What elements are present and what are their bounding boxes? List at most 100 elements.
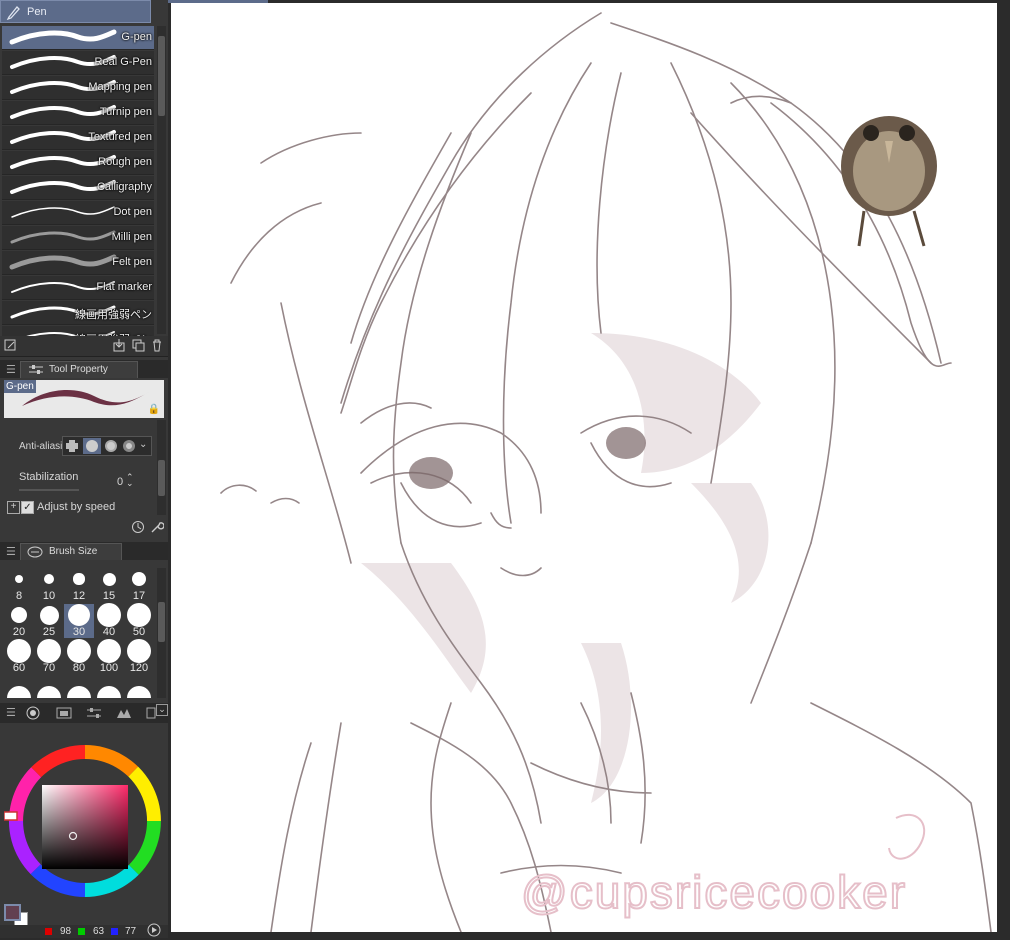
brush-name: Milli pen: [111, 231, 152, 243]
timer-icon[interactable]: [131, 520, 145, 537]
scroll-thumb[interactable]: [158, 36, 165, 116]
anti-alias-selector[interactable]: ⌄: [62, 436, 152, 456]
color-slider-tab-icon[interactable]: [86, 707, 102, 722]
brush-size-value: 100: [99, 662, 119, 674]
brush-size-option[interactable]: 17: [124, 568, 154, 602]
brush-item[interactable]: Calligraphy: [2, 176, 154, 200]
brush-item[interactable]: Dot pen: [2, 201, 154, 225]
size-dot-icon: [73, 573, 85, 585]
brush-size-option[interactable]: 15: [94, 568, 124, 602]
stepper-icon[interactable]: ⌃ ⌄: [126, 473, 134, 488]
brush-size-scrollbar[interactable]: [157, 568, 166, 698]
brush-item[interactable]: Milli pen: [2, 226, 154, 250]
sliders-icon: [29, 365, 43, 374]
drawing-canvas[interactable]: @cupsricecooker: [171, 3, 997, 932]
sub-tool-icon[interactable]: [4, 338, 18, 352]
size-dot-icon: [39, 605, 59, 625]
red-value[interactable]: 98: [60, 926, 71, 937]
brush-size-option[interactable]: 50: [124, 603, 154, 638]
tool-property-tab[interactable]: Tool Property: [20, 361, 138, 378]
size-dot-icon: [7, 686, 31, 698]
tool-property-scrollbar[interactable]: [157, 420, 166, 515]
lock-icon[interactable]: 🔒: [148, 404, 160, 415]
size-dot-icon: [14, 574, 24, 584]
main-color-swatch[interactable]: [4, 904, 21, 921]
chevron-down-icon[interactable]: ⌄: [139, 439, 147, 450]
brush-size-value: 20: [12, 626, 26, 638]
chevron-down-icon[interactable]: ⌄: [156, 704, 168, 716]
brush-item[interactable]: Flat marker: [2, 276, 154, 300]
stabilization-label: Stabilization: [19, 471, 79, 483]
brush-item[interactable]: Turnip pen: [2, 101, 154, 125]
duplicate-icon[interactable]: [131, 338, 145, 352]
brush-size-option[interactable]: 70: [34, 639, 64, 674]
menu-icon[interactable]: ☰: [6, 363, 16, 376]
history-tab-icon[interactable]: [146, 706, 156, 723]
brush-size-option[interactable]: 10: [34, 568, 64, 602]
brush-size-option[interactable]: 100: [94, 639, 124, 674]
brush-stroke-icon: [9, 254, 117, 270]
aa-medium-option[interactable]: [104, 440, 118, 455]
brush-item[interactable]: G-pen: [2, 26, 154, 50]
menu-icon[interactable]: ☰: [6, 545, 16, 558]
pen-tab-label: Pen: [27, 6, 47, 18]
scroll-thumb[interactable]: [158, 460, 165, 496]
color-values-bar: 98 63 77: [0, 923, 168, 940]
brush-size-tab[interactable]: Brush Size: [20, 543, 122, 560]
brush-size-option[interactable]: 40: [94, 603, 124, 638]
transparent-color-icon[interactable]: [147, 923, 161, 940]
brush-name: Mapping pen: [88, 81, 152, 93]
intermediate-color-tab-icon[interactable]: [116, 707, 132, 722]
brush-stroke-icon: [10, 230, 116, 244]
stabilization-slider[interactable]: [19, 489, 79, 491]
brush-size-option[interactable]: 25: [34, 604, 64, 638]
brush-name: Dot pen: [113, 206, 152, 218]
brush-name: G-pen: [121, 31, 152, 43]
brush-size-value: 70: [42, 662, 56, 674]
adjust-by-speed-checkbox[interactable]: ✓: [21, 501, 34, 514]
aa-weak-option[interactable]: [83, 438, 101, 454]
brush-item[interactable]: 線画用強弱ペン: [2, 301, 154, 325]
color-panel-header: ☰ ⌄: [0, 703, 168, 723]
brush-name: Real G-Pen: [94, 56, 152, 68]
brush-item[interactable]: Textured pen: [2, 126, 154, 150]
brush-item[interactable]: Mapping pen: [2, 76, 154, 100]
size-dot-icon: [67, 686, 91, 698]
brush-name: Textured pen: [88, 131, 152, 143]
color-wheel-tab-icon[interactable]: [26, 706, 40, 723]
brush-list-scrollbar[interactable]: [157, 26, 166, 334]
blue-value[interactable]: 77: [125, 926, 136, 937]
brush-item[interactable]: Felt pen: [2, 251, 154, 275]
color-swatches[interactable]: [4, 904, 30, 926]
brush-item[interactable]: Rough pen: [2, 151, 154, 175]
size-dot-icon: [7, 639, 31, 663]
owl-sticker: [841, 116, 937, 247]
brush-size-value: 50: [132, 626, 146, 638]
aa-none-icon[interactable]: [66, 440, 78, 452]
color-set-tab-icon[interactable]: [56, 707, 72, 722]
brush-size-value: 80: [72, 662, 86, 674]
stabilization-value[interactable]: 0: [117, 476, 123, 488]
delete-icon[interactable]: [150, 338, 164, 352]
size-dot-icon: [67, 639, 91, 663]
scroll-thumb[interactable]: [158, 602, 165, 642]
preview-label: G-pen: [4, 380, 36, 393]
brush-size-option[interactable]: 8: [4, 568, 34, 602]
brush-size-value: 8: [15, 590, 23, 602]
brush-item[interactable]: Real G-Pen: [2, 51, 154, 75]
expand-icon[interactable]: +: [7, 501, 20, 514]
brush-size-option[interactable]: 120: [124, 639, 154, 674]
color-wheel[interactable]: [3, 745, 166, 897]
brush-size-option[interactable]: 60: [4, 639, 34, 674]
pen-tool-tab[interactable]: Pen: [0, 0, 151, 23]
import-icon[interactable]: [112, 338, 126, 352]
aa-strong-option[interactable]: [122, 440, 136, 455]
green-value[interactable]: 63: [93, 926, 104, 937]
brush-size-option[interactable]: 20: [4, 604, 34, 638]
brush-size-option[interactable]: 30: [64, 604, 94, 638]
brush-size-value: 30: [72, 626, 86, 638]
brush-size-option[interactable]: 12: [64, 568, 94, 602]
menu-icon[interactable]: ☰: [6, 706, 16, 719]
wrench-icon[interactable]: [150, 520, 165, 537]
brush-size-option[interactable]: 80: [64, 639, 94, 674]
